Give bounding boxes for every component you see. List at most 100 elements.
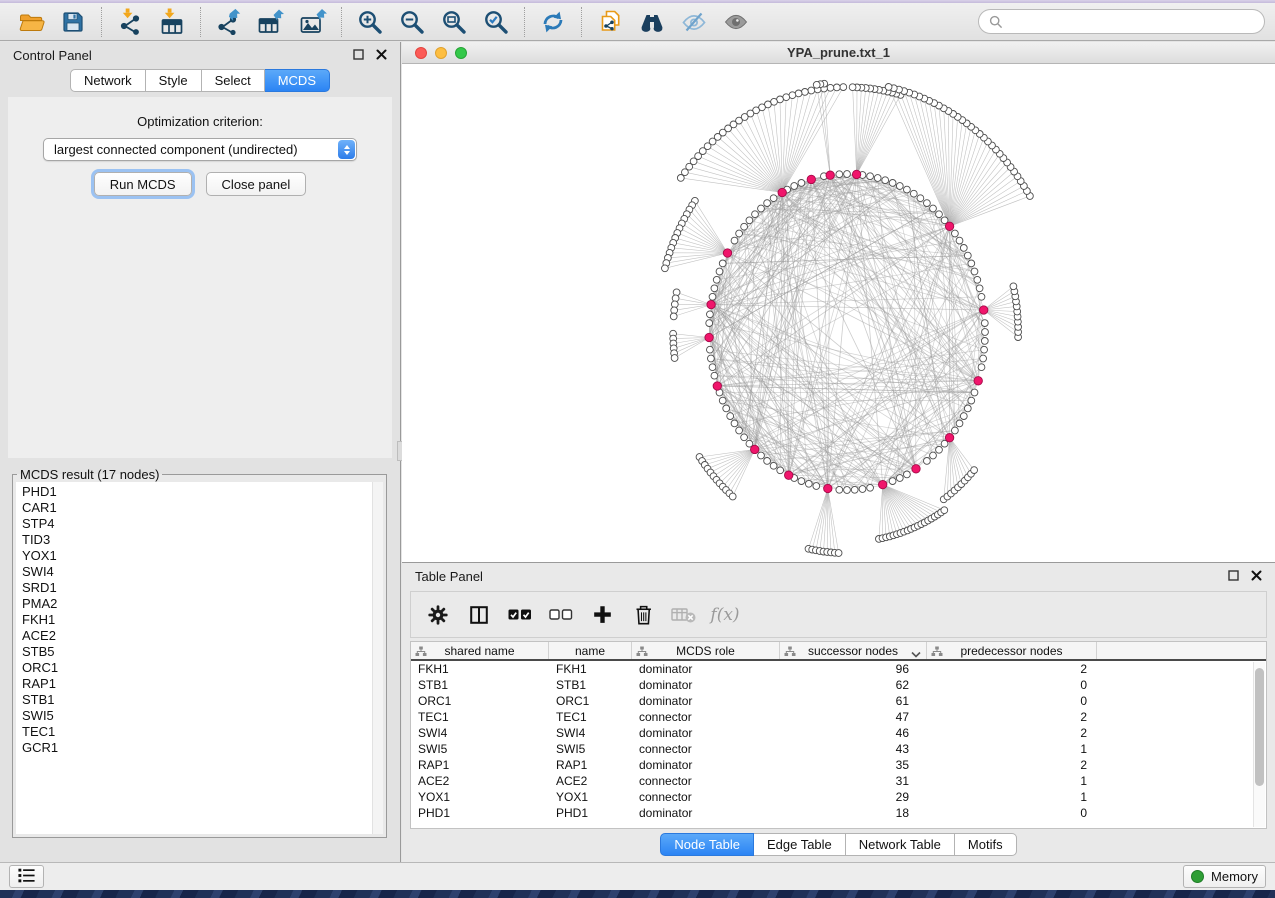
attribute-type-icon	[931, 646, 943, 660]
maximize-window-icon[interactable]	[455, 47, 467, 59]
network-frame-titlebar[interactable]: YPA_prune.txt_1	[402, 42, 1275, 64]
table-row[interactable]: FKH1FKH1dominator962	[411, 661, 1266, 677]
delete-column-button[interactable]	[630, 602, 656, 628]
zoom-fit-icon	[441, 9, 467, 35]
result-list-item[interactable]: SWI5	[22, 708, 383, 724]
select-all-columns-button[interactable]	[507, 602, 533, 628]
result-list-item[interactable]: PMA2	[22, 596, 383, 612]
clone-network-button[interactable]	[589, 6, 631, 38]
zoom-fit-button[interactable]	[433, 6, 475, 38]
tab-node-table[interactable]: Node Table	[660, 833, 754, 856]
open-session-button[interactable]	[10, 6, 52, 38]
export-network-button[interactable]	[208, 6, 250, 38]
result-list-item[interactable]: STP4	[22, 516, 383, 532]
delete-table-button	[671, 602, 697, 628]
first-neighbors-button[interactable]	[631, 6, 673, 38]
close-window-icon[interactable]	[415, 47, 427, 59]
create-column-button[interactable]	[589, 602, 615, 628]
close-panel-button[interactable]: Close panel	[206, 172, 307, 196]
mcds-result-title: MCDS result (17 nodes)	[17, 467, 162, 482]
table-scrollbar[interactable]	[1253, 662, 1265, 827]
column-header-predecessor-nodes[interactable]: predecessor nodes	[927, 642, 1097, 659]
column-header-shared-name[interactable]: shared name	[411, 642, 549, 659]
result-list-item[interactable]: CAR1	[22, 500, 383, 516]
table-row[interactable]: RAP1RAP1dominator352	[411, 757, 1266, 773]
search-box[interactable]	[978, 9, 1265, 34]
result-list-item[interactable]: TEC1	[22, 724, 383, 740]
optimization-criterion-select[interactable]: largest connected component (undirected)	[43, 138, 357, 161]
mcds-result-list[interactable]: PHD1CAR1STP4TID3YOX1SWI4SRD1PMA2FKH1ACE2…	[16, 482, 383, 834]
result-list-item[interactable]: GCR1	[22, 740, 383, 756]
result-list-item[interactable]: ACE2	[22, 628, 383, 644]
tab-edge-table[interactable]: Edge Table	[754, 833, 846, 856]
float-panel-icon[interactable]	[353, 48, 364, 63]
result-list-item[interactable]: STB1	[22, 692, 383, 708]
refresh-icon	[540, 9, 566, 35]
table-cell: PHD1	[549, 805, 632, 821]
save-session-button[interactable]	[52, 6, 94, 38]
table-row[interactable]: YOX1YOX1connector291	[411, 789, 1266, 805]
sort-chevron-icon[interactable]	[911, 648, 921, 662]
table-cell: 0	[927, 693, 1097, 709]
table-x-icon	[671, 606, 697, 624]
result-list-item[interactable]: FKH1	[22, 612, 383, 628]
toggle-columns-button[interactable]	[466, 602, 492, 628]
show-all-button[interactable]	[715, 6, 757, 38]
tab-select[interactable]: Select	[202, 69, 265, 92]
float-table-panel-icon[interactable]	[1228, 569, 1239, 584]
table-panel-tabs: Node TableEdge TableNetwork TableMotifs	[402, 833, 1275, 856]
close-panel-icon[interactable]	[376, 48, 387, 63]
minimize-window-icon[interactable]	[435, 47, 447, 59]
column-header-name[interactable]: name	[549, 642, 632, 659]
result-list-item[interactable]: PHD1	[22, 484, 383, 500]
result-list-item[interactable]: TID3	[22, 532, 383, 548]
import-network-button[interactable]	[109, 6, 151, 38]
memory-button[interactable]: Memory	[1183, 865, 1266, 888]
import-table-button[interactable]	[151, 6, 193, 38]
search-icon	[989, 15, 1003, 29]
export-table-button[interactable]	[250, 6, 292, 38]
show-panels-button[interactable]	[9, 865, 44, 888]
table-row[interactable]: STB1STB1dominator620	[411, 677, 1266, 693]
table-cell: 31	[780, 773, 927, 789]
result-list-item[interactable]: SRD1	[22, 580, 383, 596]
tab-style[interactable]: Style	[146, 69, 202, 92]
table-row[interactable]: ACE2ACE2connector311	[411, 773, 1266, 789]
table-row[interactable]: SWI5SWI5connector431	[411, 741, 1266, 757]
zoom-in-button[interactable]	[349, 6, 391, 38]
table-settings-button[interactable]	[425, 602, 451, 628]
import-network-icon	[117, 8, 143, 35]
column-header-MCDS-role[interactable]: MCDS role	[632, 642, 780, 659]
search-input[interactable]	[1009, 13, 1254, 30]
result-list-item[interactable]: ORC1	[22, 660, 383, 676]
tab-motifs[interactable]: Motifs	[955, 833, 1017, 856]
column-header-successor-nodes[interactable]: successor nodes	[780, 642, 927, 659]
apply-layout-button[interactable]	[532, 6, 574, 38]
network-graph[interactable]	[402, 64, 1275, 562]
zoom-out-button[interactable]	[391, 6, 433, 38]
hide-selected-button[interactable]	[673, 6, 715, 38]
close-table-panel-icon[interactable]	[1251, 569, 1262, 584]
table-row[interactable]: ORC1ORC1dominator610	[411, 693, 1266, 709]
run-mcds-button[interactable]: Run MCDS	[94, 172, 192, 196]
result-list-item[interactable]: STB5	[22, 644, 383, 660]
network-canvas[interactable]	[402, 64, 1275, 562]
result-list-item[interactable]: SWI4	[22, 564, 383, 580]
result-list-scrollbar[interactable]	[372, 482, 383, 834]
eye-icon	[723, 9, 749, 35]
application-window: Control Panel NetworkStyleSelectMCDS Opt…	[0, 0, 1275, 898]
tab-network-table[interactable]: Network Table	[846, 833, 955, 856]
tab-mcds[interactable]: MCDS	[265, 69, 330, 92]
attribute-type-icon	[415, 646, 427, 660]
result-list-item[interactable]: YOX1	[22, 548, 383, 564]
deselect-all-columns-button[interactable]	[548, 602, 574, 628]
result-list-item[interactable]: RAP1	[22, 676, 383, 692]
table-row[interactable]: PHD1PHD1dominator180	[411, 805, 1266, 821]
zoom-selected-button[interactable]	[475, 6, 517, 38]
control-panel-tabs: NetworkStyleSelectMCDS	[0, 69, 400, 92]
export-image-button[interactable]	[292, 6, 334, 38]
table-scrollbar-thumb[interactable]	[1255, 668, 1264, 786]
table-row[interactable]: SWI4SWI4dominator462	[411, 725, 1266, 741]
tab-network[interactable]: Network	[70, 69, 146, 92]
table-row[interactable]: TEC1TEC1connector472	[411, 709, 1266, 725]
